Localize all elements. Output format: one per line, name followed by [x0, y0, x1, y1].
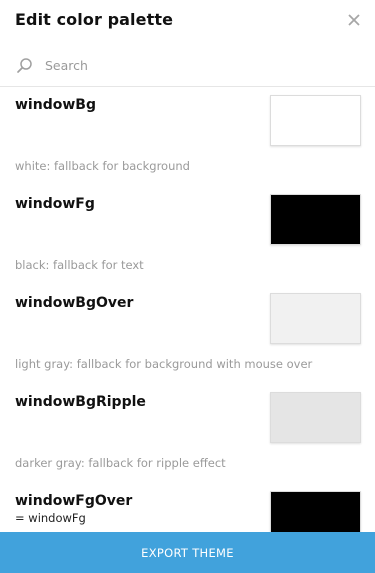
color-swatch[interactable]: [270, 491, 361, 532]
color-row-windowBgOver[interactable]: windowBgOver light gray: fallback for ba…: [0, 285, 375, 384]
color-row-windowFg[interactable]: windowFg black: fallback for text: [0, 186, 375, 285]
search-icon: [17, 58, 32, 73]
color-row-windowFgOver[interactable]: windowFgOver = windowFg: [0, 483, 375, 532]
export-theme-button[interactable]: EXPORT THEME: [0, 532, 375, 573]
color-row-windowBgRipple[interactable]: windowBgRipple darker gray: fallback for…: [0, 384, 375, 483]
search-bar: [0, 48, 375, 84]
color-name: windowBg: [15, 97, 96, 113]
close-icon: [348, 14, 360, 26]
color-swatch[interactable]: [270, 95, 361, 146]
search-input[interactable]: [45, 54, 345, 76]
color-swatch[interactable]: [270, 194, 361, 245]
color-row-windowBg[interactable]: windowBg white: fallback for background: [0, 87, 375, 186]
color-name: windowFgOver: [15, 493, 133, 509]
color-description: darker gray: fallback for ripple effect: [15, 456, 226, 470]
color-name: windowBgRipple: [15, 394, 146, 410]
close-button[interactable]: [343, 9, 365, 31]
color-description: light gray: fallback for background with…: [15, 357, 313, 371]
color-name: windowFg: [15, 196, 95, 212]
edit-color-palette-panel: Edit color palette windowBg white: fallb…: [0, 0, 375, 573]
color-description: black: fallback for text: [15, 258, 144, 272]
color-description: white: fallback for background: [15, 159, 190, 173]
panel-title: Edit color palette: [15, 10, 174, 29]
header: Edit color palette: [0, 0, 375, 44]
color-swatch[interactable]: [270, 392, 361, 443]
color-swatch[interactable]: [270, 293, 361, 344]
color-list[interactable]: windowBg white: fallback for background …: [0, 87, 375, 532]
color-name: windowBgOver: [15, 295, 134, 311]
color-alias: = windowFg: [15, 511, 86, 525]
